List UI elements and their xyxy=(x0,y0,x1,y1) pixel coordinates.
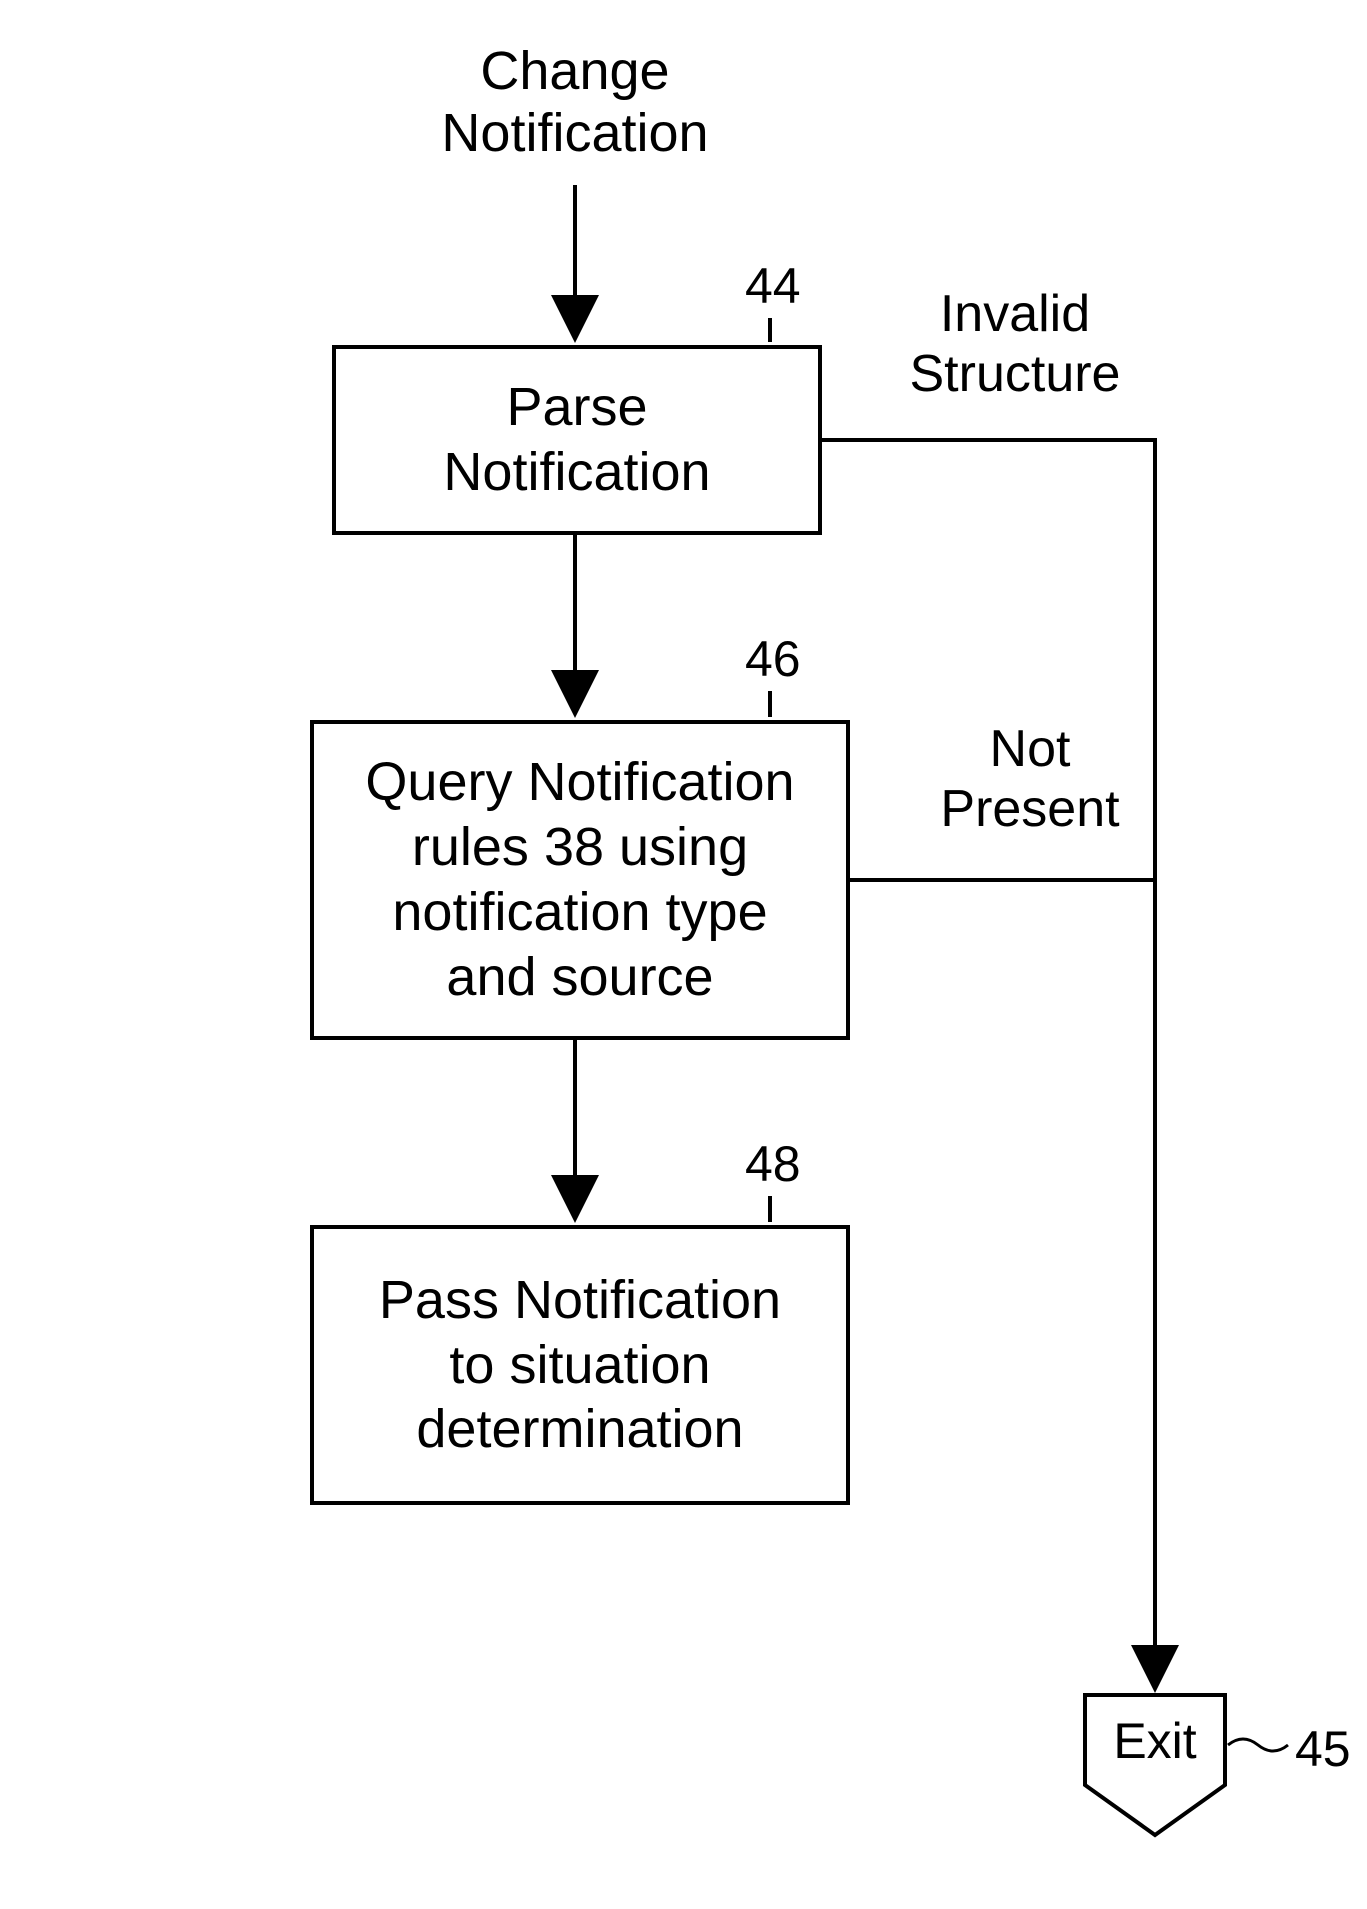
tick-48 xyxy=(768,1196,772,1222)
box-parse-notification-text: Parse Notification xyxy=(443,375,710,505)
ref-48: 48 xyxy=(745,1135,801,1193)
exit-terminator-text: Exit xyxy=(1105,1712,1205,1770)
tick-44 xyxy=(768,318,772,342)
ref-45: 45 xyxy=(1295,1720,1351,1778)
box-query-notification-text: Query Notification rules 38 using notifi… xyxy=(365,750,794,1009)
label-invalid-structure: Invalid Structure xyxy=(865,285,1165,405)
box-query-notification: Query Notification rules 38 using notifi… xyxy=(310,720,850,1040)
label-not-present: Not Present xyxy=(900,720,1160,840)
box-pass-notification: Pass Notification to situation determina… xyxy=(310,1225,850,1505)
start-label: Change Notification xyxy=(340,40,810,164)
ref-44: 44 xyxy=(745,257,801,315)
box-pass-notification-text: Pass Notification to situation determina… xyxy=(379,1268,781,1462)
tick-46 xyxy=(768,691,772,717)
ref-46: 46 xyxy=(745,630,801,688)
box-parse-notification: Parse Notification xyxy=(332,345,822,535)
